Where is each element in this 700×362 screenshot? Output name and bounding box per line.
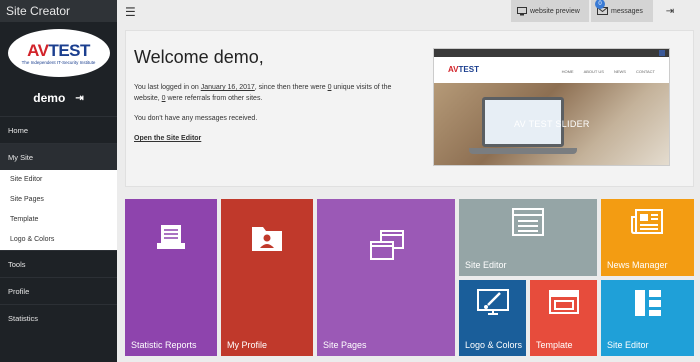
layout-icon [635, 290, 661, 316]
tile-template[interactable]: Template [530, 280, 597, 356]
website-preview-label: website preview [530, 7, 580, 15]
preview-hero-slider: AV TEST SLIDER [434, 83, 669, 165]
topbar: ☰ website preview 0 messages ⇥ [117, 0, 700, 22]
tile-my-profile[interactable]: My Profile [221, 199, 313, 356]
nav-bottom: Tools Profile Statistics [0, 250, 117, 331]
messages-label: messages [611, 7, 643, 15]
preview-nav-home: HOME [561, 69, 574, 74]
report-icon [157, 225, 185, 249]
sidebar-item-tools[interactable]: Tools [0, 250, 117, 277]
tile-statistic-reports[interactable]: Statistic Reports [125, 199, 217, 356]
tile-label: Site Editor [607, 340, 649, 350]
logout-button[interactable]: ⇥ [657, 0, 683, 22]
tile-logo-colors[interactable]: Logo & Colors [459, 280, 526, 356]
tile-site-editor-large[interactable]: Site Editor [459, 199, 597, 276]
tile-label: Site Pages [323, 340, 367, 350]
last-login-date-link[interactable]: January 16, 2017 [201, 84, 255, 91]
preview-logo: AVTEST [448, 65, 479, 74]
app-title: Site Creator [0, 0, 117, 22]
tile-news-manager[interactable]: News Manager [601, 199, 694, 276]
app-root: Site Creator AVTEST The Independent IT-S… [0, 0, 700, 362]
preview-topbar [434, 49, 669, 57]
sidebar-item-statistics[interactable]: Statistics [0, 304, 117, 331]
windows-icon [370, 230, 404, 260]
nav-top: Home My Site [0, 116, 117, 170]
tile-label: Site Editor [465, 260, 507, 270]
tile-label: Template [536, 340, 573, 350]
avtest-logo[interactable]: AVTEST The Independent IT-Security Insti… [7, 29, 110, 77]
login-summary: You last logged in on January 16, 2017, … [134, 84, 392, 102]
website-preview-button[interactable]: website preview [511, 0, 589, 22]
preview-nav-about: ABOUT US [583, 69, 604, 74]
tile-label: My Profile [227, 340, 268, 350]
logo-area: AVTEST The Independent IT-Security Insti… [0, 22, 117, 84]
tile-site-editor-small[interactable]: Site Editor [601, 280, 694, 356]
logout-icon: ⇥ [665, 5, 675, 17]
preview-nav-news: NEWS [613, 69, 626, 74]
preview-nav-contact: CONTACT [635, 69, 655, 74]
tile-site-pages[interactable]: Site Pages [317, 199, 455, 356]
preview-hero-text: AV TEST SLIDER [514, 119, 590, 129]
messages-button[interactable]: 0 messages [591, 0, 653, 22]
subnav-item-site-pages[interactable]: Site Pages [0, 190, 117, 210]
username: demo [33, 91, 66, 105]
preview-nav: HOME ABOUT US NEWS CONTACT [562, 69, 655, 74]
user-row: demo ⇥ [0, 84, 117, 112]
tile-label: News Manager [607, 260, 668, 270]
hamburger-icon[interactable]: ☰ [125, 5, 136, 19]
sidebar: Site Creator AVTEST The Independent IT-S… [0, 0, 117, 362]
subnav-item-site-editor[interactable]: Site Editor [0, 170, 117, 190]
welcome-heading: Welcome demo, [134, 47, 264, 67]
messages-summary: You don't have any messages received. [134, 115, 258, 122]
logo-mark: AVTEST [27, 40, 90, 60]
tile-label: Logo & Colors [465, 340, 523, 350]
subnav-my-site: Site Editor Site Pages Template Logo & C… [0, 170, 117, 250]
tile-label: Statistic Reports [131, 340, 197, 350]
subnav-item-template[interactable]: Template [0, 210, 117, 230]
newspaper-icon [631, 209, 663, 234]
open-site-editor-link[interactable]: Open the Site Editor [134, 133, 414, 144]
editor-window-icon [512, 208, 544, 236]
sidebar-item-my-site[interactable]: My Site [0, 143, 117, 170]
preview-header: AVTEST HOME ABOUT US NEWS CONTACT [434, 57, 669, 83]
monitor-icon [517, 6, 527, 15]
site-preview-thumbnail[interactable]: AVTEST HOME ABOUT US NEWS CONTACT AV TES… [433, 48, 670, 166]
subnav-item-logo-colors[interactable]: Logo & Colors [0, 230, 117, 250]
sidebar-item-profile[interactable]: Profile [0, 277, 117, 304]
welcome-panel: Welcome demo, You last logged in on Janu… [125, 30, 694, 187]
logout-icon[interactable]: ⇥ [75, 93, 83, 104]
sidebar-item-home[interactable]: Home [0, 116, 117, 143]
logo-tagline: The Independent IT-Security Institute [21, 59, 96, 65]
facebook-icon [659, 50, 665, 56]
profile-folder-icon [252, 227, 282, 251]
template-icon [549, 290, 579, 314]
monitor-brush-icon [477, 289, 509, 315]
